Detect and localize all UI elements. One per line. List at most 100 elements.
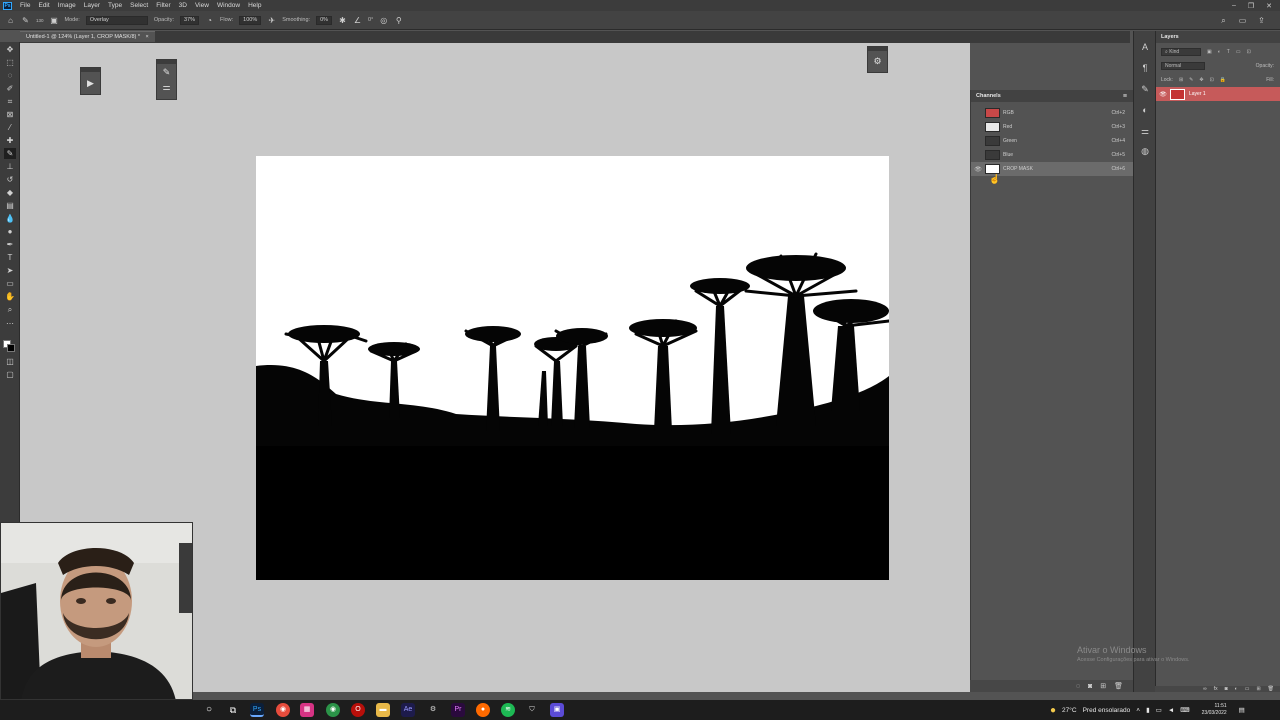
- menu-help[interactable]: Help: [244, 2, 265, 9]
- language-icon[interactable]: ⌨: [1180, 706, 1189, 714]
- notifications-icon[interactable]: ▤: [1239, 706, 1245, 714]
- task-view-icon[interactable]: ⧉: [226, 703, 240, 717]
- brush-settings-icon[interactable]: ▣: [50, 16, 59, 25]
- chrome-canary-icon[interactable]: ◉: [326, 703, 340, 717]
- adjustment-layer-icon[interactable]: ◐: [1235, 686, 1238, 692]
- crop-tool-icon[interactable]: ⌗: [4, 96, 16, 107]
- share-icon[interactable]: ⇪: [1257, 16, 1266, 25]
- delete-channel-icon[interactable]: 🗑: [1114, 682, 1123, 690]
- menu-3d[interactable]: 3D: [175, 2, 191, 9]
- photoshop-taskbar-icon[interactable]: Ps: [250, 703, 264, 717]
- tray-chevron-icon[interactable]: ˄: [1136, 707, 1140, 714]
- airbrush-icon[interactable]: ✈: [267, 16, 276, 25]
- visibility-eye-icon[interactable]: 👁: [971, 166, 985, 173]
- add-mask-icon[interactable]: ◙: [1225, 686, 1228, 692]
- premiere-icon[interactable]: Pr: [451, 703, 465, 717]
- brush-tool-icon[interactable]: ✎: [4, 148, 16, 159]
- layer-style-icon[interactable]: fx: [1214, 686, 1218, 692]
- smoothing-settings-icon[interactable]: ✱: [338, 16, 347, 25]
- menu-window[interactable]: Window: [213, 2, 244, 9]
- properties-panel-icon[interactable]: ⚌: [1139, 125, 1151, 137]
- search-icon[interactable]: ⌕: [1219, 16, 1228, 25]
- network-icon[interactable]: ▭: [1156, 706, 1162, 714]
- lasso-tool-icon[interactable]: ◌: [4, 70, 16, 81]
- cortana-search-icon[interactable]: ○: [202, 703, 216, 717]
- screen-mode-icon[interactable]: ▢: [4, 369, 16, 380]
- workspace-icon[interactable]: ▭: [1238, 16, 1247, 25]
- lock-pixels-icon[interactable]: ⊞: [1179, 77, 1183, 83]
- spotify-icon[interactable]: ≋: [501, 703, 515, 717]
- marquee-tool-icon[interactable]: ⬚: [4, 57, 16, 68]
- brush-settings-slider-icon[interactable]: ⚌: [157, 80, 176, 94]
- channel-row-red[interactable]: Red Ctrl+3: [971, 120, 1133, 134]
- path-select-tool-icon[interactable]: ➤: [4, 265, 16, 276]
- chrome-icon[interactable]: ◉: [276, 703, 290, 717]
- clock[interactable]: 11:51 23/03/2022: [1202, 703, 1227, 717]
- shape-tool-icon[interactable]: ▭: [4, 278, 16, 289]
- angle-value[interactable]: 0°: [368, 17, 373, 23]
- opacity-input[interactable]: 37%: [180, 15, 200, 25]
- eraser-tool-icon[interactable]: ◆: [4, 187, 16, 198]
- adjustments-panel-icon[interactable]: ◐: [1139, 104, 1151, 116]
- paragraph-panel-icon[interactable]: ¶: [1139, 62, 1151, 74]
- symmetry-icon[interactable]: ⚲: [394, 16, 403, 25]
- filter-type-icon[interactable]: T: [1227, 49, 1230, 55]
- app-icon-1[interactable]: ▦: [300, 703, 314, 717]
- channels-panel-title[interactable]: Channels: [976, 93, 1001, 99]
- lock-all-icon[interactable]: 🔒: [1220, 77, 1226, 83]
- close-button[interactable]: ✕: [1266, 2, 1272, 10]
- zoom-tool-icon[interactable]: ⌕: [4, 304, 16, 315]
- blend-mode-select[interactable]: Normal: [1161, 61, 1205, 70]
- flow-input[interactable]: 100%: [239, 15, 262, 25]
- weather-sun-icon[interactable]: ●: [1050, 705, 1056, 716]
- layers-panel-title[interactable]: Layers: [1156, 31, 1280, 43]
- channel-row-green[interactable]: Green Ctrl+4: [971, 134, 1133, 148]
- new-layer-icon[interactable]: ⊞: [1256, 686, 1260, 692]
- brush-panel-icon[interactable]: ✎: [1139, 83, 1151, 95]
- menu-type[interactable]: Type: [104, 2, 126, 9]
- shield-icon[interactable]: ⛉: [525, 703, 539, 717]
- brush-preset-icon[interactable]: ✎: [157, 64, 176, 80]
- app-icon-2[interactable]: ●: [476, 703, 490, 717]
- document-image[interactable]: [256, 156, 889, 580]
- quick-select-tool-icon[interactable]: ✐: [4, 83, 16, 94]
- healing-tool-icon[interactable]: ✚: [4, 135, 16, 146]
- battery-icon[interactable]: ▮: [1146, 706, 1150, 714]
- filter-pixel-icon[interactable]: ▣: [1207, 49, 1212, 55]
- frame-tool-icon[interactable]: ⊠: [4, 109, 16, 120]
- minimize-button[interactable]: –: [1232, 2, 1236, 10]
- blur-tool-icon[interactable]: 💧: [4, 213, 16, 224]
- pen-tool-icon[interactable]: ✒: [4, 239, 16, 250]
- hand-tool-icon[interactable]: ✋: [4, 291, 16, 302]
- play-icon[interactable]: ▶: [81, 72, 100, 94]
- dodge-tool-icon[interactable]: ●: [4, 226, 16, 237]
- panel-menu-icon[interactable]: ≡: [1123, 93, 1133, 100]
- link-layers-icon[interactable]: ∞: [1203, 686, 1207, 692]
- menu-layer[interactable]: Layer: [80, 2, 104, 9]
- menu-edit[interactable]: Edit: [34, 2, 53, 9]
- save-selection-icon[interactable]: ◙: [1088, 683, 1092, 690]
- volume-icon[interactable]: ◄: [1168, 707, 1174, 714]
- maximize-button[interactable]: ❐: [1248, 2, 1254, 10]
- character-panel-icon[interactable]: A: [1139, 41, 1151, 53]
- eyedropper-tool-icon[interactable]: ⁄: [4, 122, 16, 133]
- lock-artboard-icon[interactable]: ⊡: [1210, 77, 1214, 83]
- type-tool-icon[interactable]: T: [4, 252, 16, 263]
- brush-size[interactable]: 130: [36, 18, 44, 23]
- smoothing-input[interactable]: 0%: [316, 15, 333, 25]
- mode-select[interactable]: Overlay: [85, 15, 148, 25]
- opera-icon[interactable]: O: [351, 703, 365, 717]
- layer-filter-kind[interactable]: ⌕ Kind: [1161, 47, 1201, 56]
- quick-mask-icon[interactable]: ◫: [4, 356, 16, 367]
- settings-gear-icon[interactable]: ⚙: [426, 703, 440, 717]
- weather-temp[interactable]: 27°C: [1062, 707, 1077, 714]
- app-icon-3[interactable]: ▣: [550, 703, 564, 717]
- document-tab[interactable]: Untitled-1 @ 124% (Layer 1, CROP MASK/8)…: [20, 31, 155, 42]
- pressure-size-icon[interactable]: ◎: [379, 16, 388, 25]
- new-channel-icon[interactable]: ⊞: [1100, 682, 1106, 690]
- file-explorer-icon[interactable]: ▬: [376, 703, 390, 717]
- lock-position-icon[interactable]: ✥: [1199, 77, 1203, 83]
- properties-icon[interactable]: ⚙: [868, 51, 887, 71]
- menu-select[interactable]: Select: [126, 2, 152, 9]
- layer-visibility-eye-icon[interactable]: 👁: [1156, 91, 1170, 98]
